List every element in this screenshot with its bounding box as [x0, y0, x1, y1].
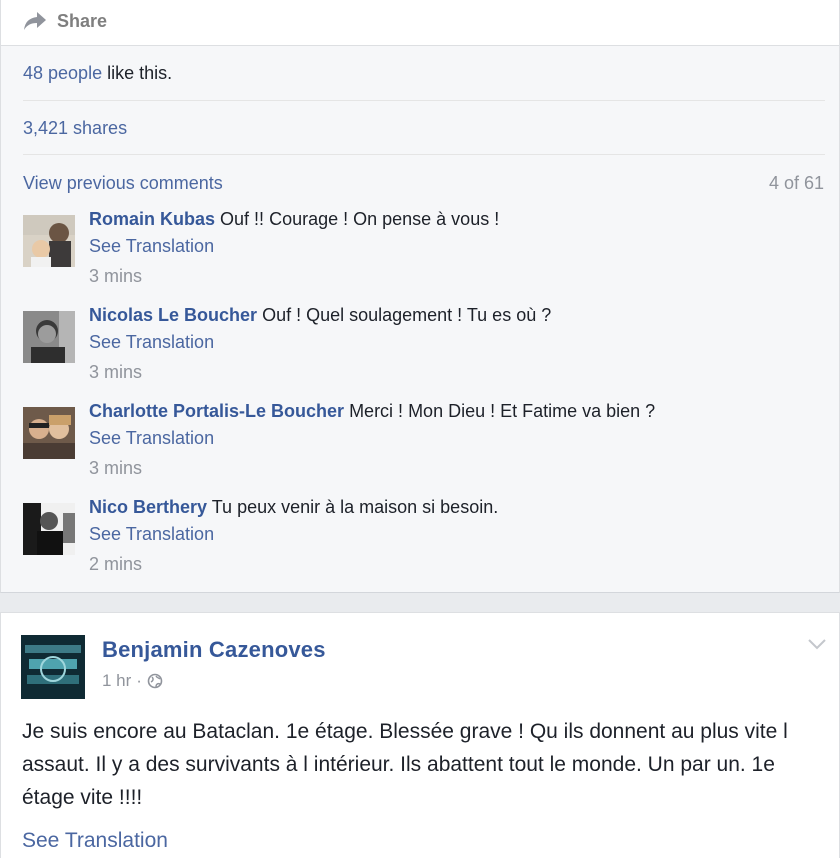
- action-bar: Share: [1, 0, 839, 46]
- comment-item: Nico Berthery Tu peux venir à la maison …: [23, 497, 833, 587]
- comment-body: Romain Kubas Ouf !! Courage ! On pense à…: [89, 209, 499, 230]
- comment-text: Tu peux venir à la maison si besoin.: [211, 497, 499, 517]
- comment-item: Charlotte Portalis-Le Boucher Merci ! Mo…: [23, 401, 833, 491]
- view-previous-comments-link[interactable]: View previous comments: [23, 173, 223, 194]
- comment-author-link[interactable]: Nicolas Le Boucher: [89, 305, 257, 325]
- comment-text: Ouf !! Courage ! On pense à vous !: [220, 209, 500, 229]
- avatar[interactable]: [23, 215, 75, 267]
- chevron-down-icon[interactable]: [807, 637, 827, 651]
- post-author-link[interactable]: Benjamin Cazenoves: [102, 637, 326, 663]
- avatar[interactable]: [21, 635, 85, 699]
- comment-timestamp[interactable]: 3 mins: [89, 458, 142, 479]
- comment-author-link[interactable]: Charlotte Portalis-Le Boucher: [89, 401, 344, 421]
- comment-body: Nicolas Le Boucher Ouf ! Quel soulagemen…: [89, 305, 551, 326]
- comment-item: Nicolas Le Boucher Ouf ! Quel soulagemen…: [23, 305, 833, 395]
- see-translation-link[interactable]: See Translation: [89, 428, 214, 449]
- divider: [23, 154, 825, 155]
- share-arrow-icon: [24, 12, 46, 30]
- comment-body: Nico Berthery Tu peux venir à la maison …: [89, 497, 498, 518]
- share-button[interactable]: Share: [23, 8, 107, 34]
- comment-author-link[interactable]: Romain Kubas: [89, 209, 215, 229]
- comment-author-link[interactable]: Nico Berthery: [89, 497, 207, 517]
- see-translation-link[interactable]: See Translation: [22, 829, 168, 853]
- see-translation-link[interactable]: See Translation: [89, 524, 214, 545]
- comment-count: 4 of 61: [768, 173, 824, 193]
- comment-text: Ouf ! Quel soulagement ! Tu es où ?: [262, 305, 552, 325]
- post-card: Benjamin Cazenoves 1 hr · Je suis encore…: [0, 612, 840, 858]
- see-translation-link[interactable]: See Translation: [89, 332, 214, 353]
- likes-suffix: like this.: [102, 63, 173, 83]
- comment-timestamp[interactable]: 2 mins: [89, 554, 142, 575]
- comment-timestamp[interactable]: 3 mins: [89, 362, 142, 383]
- divider: [23, 100, 825, 101]
- post-timestamp[interactable]: 1 hr: [102, 671, 131, 691]
- avatar[interactable]: [23, 311, 75, 363]
- shares-link[interactable]: 3,421 shares: [23, 118, 127, 139]
- meta-separator: ·: [136, 671, 142, 690]
- post-text: Je suis encore au Bataclan. 1e étage. Bl…: [22, 720, 788, 809]
- likes-summary: 48 people like this.: [23, 63, 172, 84]
- comments-card: Share 48 people like this. 3,421 shares …: [0, 0, 840, 593]
- share-label: Share: [57, 10, 108, 31]
- post-meta: 1 hr ·: [102, 671, 163, 691]
- avatar[interactable]: [23, 503, 75, 555]
- see-translation-link[interactable]: See Translation: [89, 236, 214, 257]
- comment-item: Romain Kubas Ouf !! Courage ! On pense à…: [23, 209, 833, 299]
- comment-text: Merci ! Mon Dieu ! Et Fatime va bien ?: [349, 401, 656, 421]
- comment-body: Charlotte Portalis-Le Boucher Merci ! Mo…: [89, 401, 655, 422]
- globe-icon[interactable]: [147, 673, 163, 689]
- comment-timestamp[interactable]: 3 mins: [89, 266, 142, 287]
- avatar[interactable]: [23, 407, 75, 459]
- likes-link[interactable]: 48 people: [23, 63, 102, 83]
